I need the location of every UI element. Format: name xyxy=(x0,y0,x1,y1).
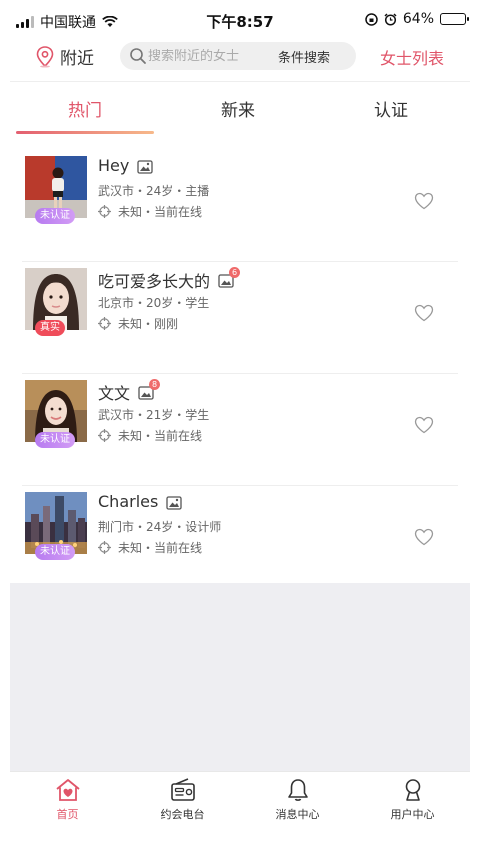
crosshair-icon xyxy=(98,429,111,442)
tab-verified[interactable]: 认证 xyxy=(321,96,461,121)
user-name-row: 吃可爱多长大的 6 xyxy=(98,267,241,292)
alarm-icon xyxy=(384,12,397,26)
photo-count-badge: 8 xyxy=(149,379,161,390)
nearby-button[interactable]: 附近 xyxy=(36,44,94,69)
ladies-list-button[interactable]: 女士列表 xyxy=(380,45,444,69)
header-divider xyxy=(10,81,470,82)
user-status: 未知・当前在线 xyxy=(118,429,203,443)
nav-dating-radio-label: 约会电台 xyxy=(160,808,205,821)
photo-icon: 6 xyxy=(218,267,241,288)
nav-messages[interactable]: 消息中心 xyxy=(240,778,355,822)
like-heart-icon[interactable] xyxy=(414,528,434,546)
user-icon xyxy=(405,779,420,801)
empty-list-area xyxy=(10,583,470,771)
like-heart-icon[interactable] xyxy=(414,304,434,322)
list-item[interactable]: 未认证 文文 8 武汉市・21岁・学生 未知・当前在线 xyxy=(0,374,480,486)
photo-count-badge: 6 xyxy=(229,267,241,278)
like-heart-icon[interactable] xyxy=(414,192,434,210)
user-meta: 北京市・20岁・学生 xyxy=(98,296,210,310)
tab-new[interactable]: 新来 xyxy=(168,96,308,121)
tab-bar: 热门 新来 认证 xyxy=(0,90,480,136)
user-location-row: 未知・当前在线 xyxy=(98,203,202,220)
user-location-row: 未知・刚刚 xyxy=(98,315,178,332)
nav-user-center-label: 用户中心 xyxy=(390,808,435,821)
photo-icon xyxy=(137,159,153,174)
unverified-badge: 未认证 xyxy=(35,544,75,560)
nav-dating-radio[interactable]: 约会电台 xyxy=(125,778,240,822)
app-screen: 中国联通 下午8:57 64% 附近 搜索附近的女士 条件搜索 女士列表 热门 … xyxy=(0,0,480,853)
user-name: Hey xyxy=(98,156,130,175)
user-meta: 荆门市・24岁・设计师 xyxy=(98,520,222,534)
status-bar: 中国联通 下午8:57 64% xyxy=(0,0,480,40)
location-pin-icon xyxy=(36,45,54,67)
unverified-badge: 未认证 xyxy=(35,208,75,224)
condition-search-button[interactable]: 条件搜索 xyxy=(278,47,330,66)
list-item[interactable]: 未认证 Charles 荆门市・24岁・设计师 未知・当前在线 xyxy=(0,486,480,598)
radio-icon xyxy=(170,778,195,801)
bell-icon xyxy=(287,779,308,801)
unverified-badge: 未认证 xyxy=(35,432,75,448)
nearby-label: 附近 xyxy=(60,49,94,69)
user-name: 文文 xyxy=(98,384,131,403)
home-heart-icon xyxy=(55,779,80,801)
header: 附近 条件搜索 女士列表 xyxy=(0,40,480,82)
search-icon xyxy=(130,48,146,64)
like-heart-icon[interactable] xyxy=(414,416,434,434)
status-right: 64% xyxy=(365,11,469,27)
user-status: 未知・刚刚 xyxy=(118,317,179,331)
user-location-row: 未知・当前在线 xyxy=(98,427,202,444)
user-name-row: Charles xyxy=(98,492,182,511)
photo-icon: 8 xyxy=(138,379,161,400)
user-name-row: Hey xyxy=(98,156,153,175)
user-status: 未知・当前在线 xyxy=(118,541,203,555)
crosshair-icon xyxy=(98,317,111,330)
photo-icon xyxy=(166,495,182,510)
user-meta: 武汉市・24岁・主播 xyxy=(98,184,210,198)
crosshair-icon xyxy=(98,541,111,554)
battery-percent: 64% xyxy=(402,11,434,27)
tab-hot[interactable]: 热门 xyxy=(15,96,155,121)
user-name: Charles xyxy=(98,492,159,511)
user-status: 未知・当前在线 xyxy=(118,205,203,219)
nav-user-center[interactable]: 用户中心 xyxy=(355,778,470,822)
search-bar[interactable]: 条件搜索 xyxy=(120,42,356,70)
user-location-row: 未知・当前在线 xyxy=(98,539,202,556)
list-item[interactable]: 真实 吃可爱多长大的 6 北京市・20岁・学生 未知・刚刚 xyxy=(0,262,480,374)
user-meta: 武汉市・21岁・学生 xyxy=(98,408,210,422)
nav-home-label: 首页 xyxy=(56,808,79,821)
bottom-nav: 首页 约会电台 消息中心 用户中心 xyxy=(10,771,470,853)
user-name: 吃可爱多长大的 xyxy=(98,272,211,291)
rotation-lock-icon xyxy=(365,12,378,26)
nav-messages-label: 消息中心 xyxy=(275,808,320,821)
battery-icon xyxy=(440,13,469,25)
search-input[interactable] xyxy=(148,48,274,64)
active-tab-indicator xyxy=(16,131,154,134)
nav-home[interactable]: 首页 xyxy=(10,778,125,822)
list-item[interactable]: 未认证 Hey 武汉市・24岁・主播 未知・当前在线 xyxy=(0,150,480,262)
crosshair-icon xyxy=(98,205,111,218)
user-name-row: 文文 8 xyxy=(98,379,161,404)
real-badge: 真实 xyxy=(35,320,65,336)
